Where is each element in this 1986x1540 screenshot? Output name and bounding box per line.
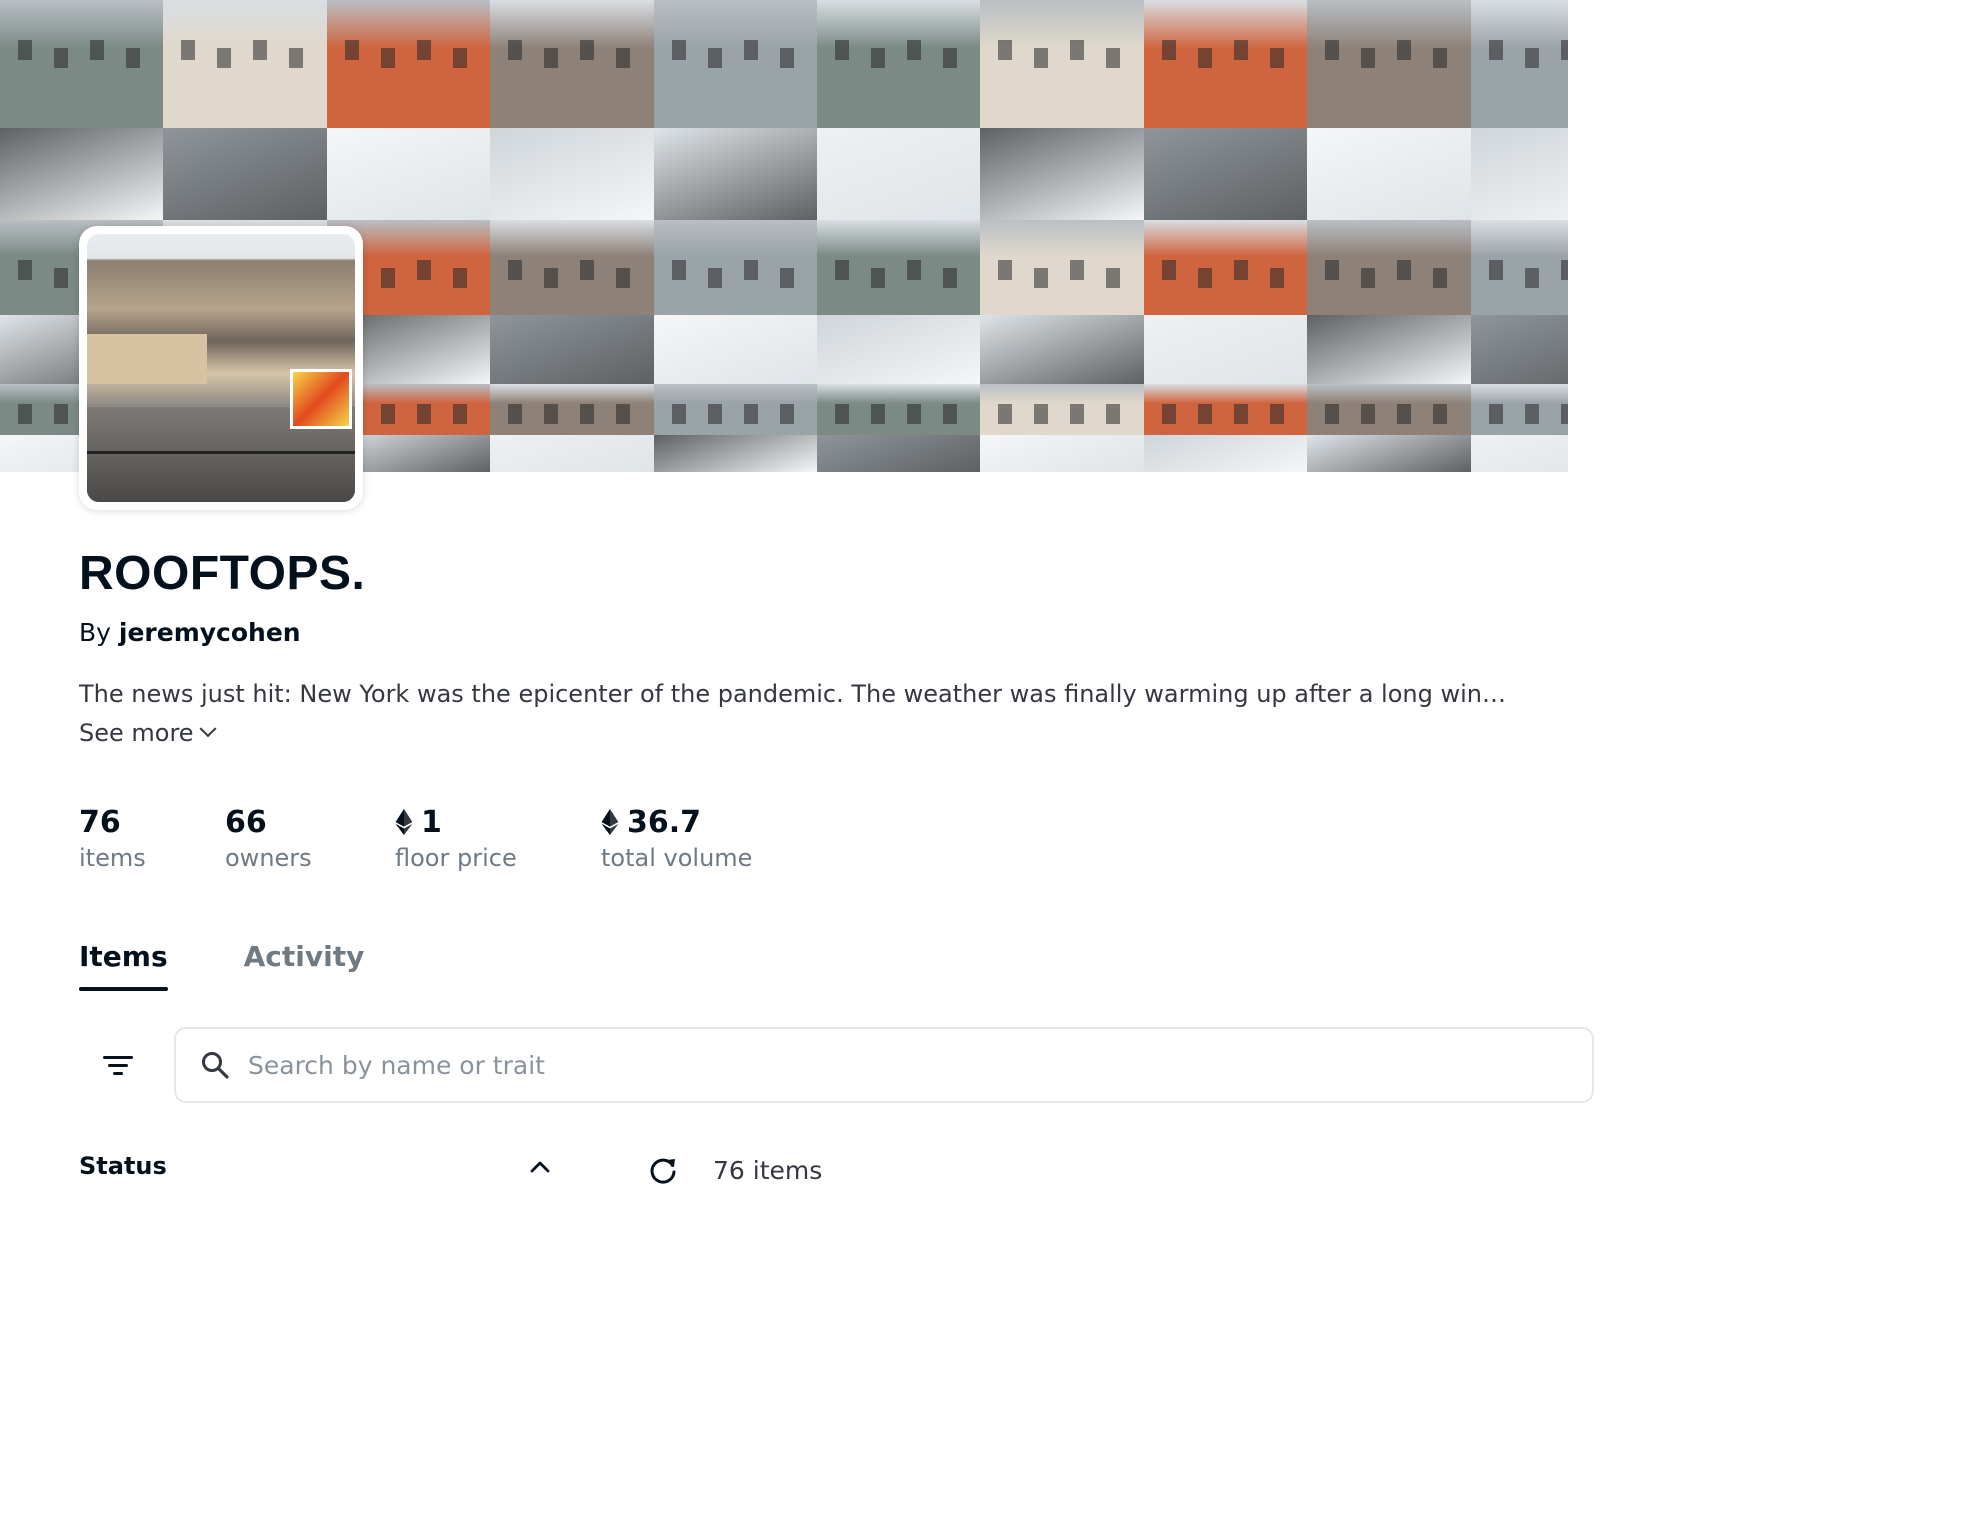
creator-link[interactable]: jeremycohen: [119, 618, 301, 647]
banner-tile: [980, 0, 1144, 220]
banner-tile: [653, 220, 817, 384]
stat-floor-price: 1 floor price: [395, 802, 517, 873]
stat-value: 76: [79, 804, 121, 840]
banner-tile: [1143, 0, 1308, 220]
banner-tile: [326, 0, 491, 220]
banner-tile: [816, 384, 981, 472]
banner-tile: [980, 220, 1144, 384]
stat-items: 76 items: [79, 802, 146, 873]
stat-value: 66: [225, 804, 267, 840]
see-more-label: See more: [79, 719, 194, 747]
search-input[interactable]: [248, 1050, 1448, 1080]
banner-tile: [1307, 384, 1471, 472]
tab-activity[interactable]: Activity: [244, 940, 365, 989]
search-icon: [202, 1052, 229, 1079]
banner-tile: [1143, 384, 1308, 472]
eth-icon: [601, 809, 619, 835]
see-more-button[interactable]: See more: [79, 719, 217, 747]
stat-label: items: [79, 844, 146, 872]
collection-title: ROOFTOPS.: [79, 547, 366, 600]
status-filter-heading: Status: [79, 1152, 167, 1180]
stat-label: owners: [225, 844, 312, 872]
creator-byline: By jeremycohen: [79, 618, 301, 647]
banner-tile: [980, 384, 1144, 472]
banner-tile: [816, 0, 981, 220]
stat-owners: 66 owners: [225, 802, 312, 873]
filter-icon: [103, 1055, 133, 1059]
banner-tile: [490, 220, 654, 384]
banner-tile: [490, 0, 654, 220]
tab-items[interactable]: Items: [79, 940, 168, 991]
stat-label: total volume: [601, 844, 753, 872]
collection-tabs: Items Activity: [79, 940, 365, 991]
stat-label: floor price: [395, 844, 517, 872]
banner-tile: [816, 220, 981, 384]
banner-tile: [1470, 220, 1568, 384]
chevron-down-icon: [199, 720, 217, 738]
banner-tile: [1307, 0, 1471, 220]
stat-value: 36.7: [601, 802, 752, 842]
avatar-image: [87, 234, 355, 502]
banner-tile: [163, 0, 327, 220]
banner-tile: [490, 384, 654, 472]
by-prefix: By: [79, 618, 111, 647]
refresh-icon[interactable]: [648, 1156, 678, 1186]
banner-tile: [1470, 384, 1568, 472]
filter-toggle-button[interactable]: [92, 1036, 144, 1094]
search-bar: [174, 1027, 1594, 1103]
banner-tile: [1143, 220, 1308, 384]
items-count: 76 items: [713, 1156, 823, 1185]
chevron-up-icon[interactable]: [528, 1155, 552, 1179]
banner-tile: [0, 0, 164, 220]
eth-icon: [395, 809, 413, 835]
banner-tile: [1307, 220, 1471, 384]
banner-tile: [653, 384, 817, 472]
stat-value: 1: [395, 802, 517, 842]
banner-tile: [1470, 0, 1568, 220]
stat-total-volume: 36.7 total volume: [601, 802, 753, 873]
collection-description: The news just hit: New York was the epic…: [79, 680, 1509, 708]
banner-tile: [653, 0, 817, 220]
collection-avatar: [79, 226, 363, 510]
